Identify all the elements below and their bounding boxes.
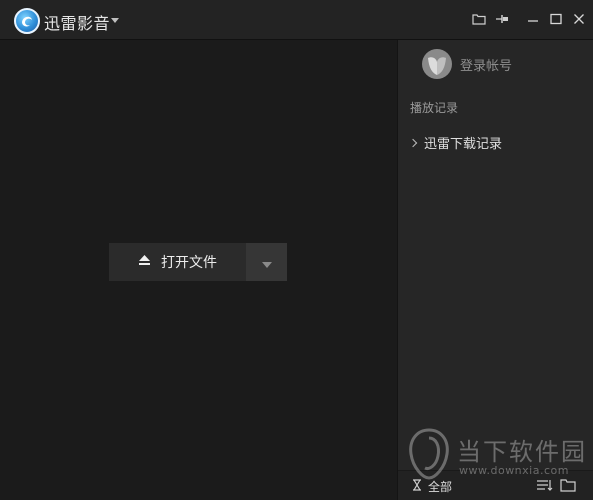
watermark: 当下软件园 www.downxia.com xyxy=(407,428,587,480)
avatar-icon xyxy=(422,49,452,79)
minimize-icon[interactable] xyxy=(524,10,542,28)
history-item-thunder-downloads[interactable]: 迅雷下载记录 xyxy=(408,133,503,152)
app-window: 迅雷影音 打开文件 登录帐号 播放记录 迅雷下载记录 全部 当下软件园 www.… xyxy=(0,0,593,500)
open-file-label: 打开文件 xyxy=(161,255,217,271)
eject-icon xyxy=(138,254,151,270)
chevron-right-icon xyxy=(408,138,418,147)
maximize-icon[interactable] xyxy=(547,10,565,28)
hourglass-filter-icon xyxy=(412,479,422,494)
login-label: 登录帐号 xyxy=(460,58,513,74)
app-title[interactable]: 迅雷影音 xyxy=(44,10,110,34)
watermark-url: www.downxia.com xyxy=(459,464,569,477)
caret-down-icon xyxy=(261,253,272,272)
watermark-logo-icon xyxy=(409,428,449,480)
open-file-button[interactable]: 打开文件 xyxy=(109,243,246,281)
login-account-button[interactable]: 登录帐号 xyxy=(422,49,512,79)
folder-icon[interactable] xyxy=(470,10,488,28)
watermark-brand: 当下软件园 xyxy=(457,438,587,466)
pin-icon[interactable] xyxy=(494,10,512,28)
open-file-dropdown-button[interactable] xyxy=(246,243,287,281)
title-bar: 迅雷影音 xyxy=(0,0,593,40)
filter-label: 全部 xyxy=(428,480,453,494)
filter-all-button[interactable]: 全部 xyxy=(412,478,452,495)
open-file-group: 打开文件 xyxy=(109,243,287,281)
history-item-label: 迅雷下载记录 xyxy=(424,137,503,152)
close-icon[interactable] xyxy=(570,10,588,28)
app-logo-icon xyxy=(14,8,40,34)
history-section-title: 播放记录 xyxy=(410,101,459,115)
title-menu-caret-icon[interactable] xyxy=(111,18,119,23)
